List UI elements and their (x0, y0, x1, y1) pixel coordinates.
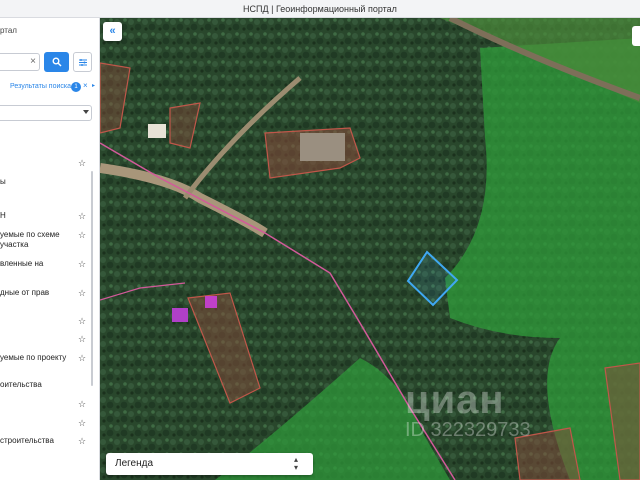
window-title: НСПД | Геоинформационный портал (0, 0, 640, 18)
layer-label: вленные на (0, 259, 44, 268)
building (172, 308, 188, 322)
collapse-sidebar-button[interactable]: « (103, 22, 122, 41)
layer-label: дные от прав (0, 288, 50, 297)
search-button[interactable] (44, 52, 69, 72)
legend-label: Легенда (115, 458, 154, 469)
filter-icon (78, 58, 87, 66)
star-icon[interactable]: ☆ (78, 353, 86, 363)
star-icon[interactable]: ☆ (78, 211, 86, 221)
layer-label: Н (0, 211, 6, 220)
map-view[interactable] (100, 18, 640, 480)
filter-button[interactable] (73, 52, 92, 72)
map-control-button[interactable] (632, 26, 640, 46)
sidebar-panel: ртал × Результаты поиска 1 × ▸ ☆ ы Н ☆ уемые… (0, 18, 100, 480)
star-icon[interactable]: ☆ (78, 399, 86, 409)
results-count-badge: 1 (71, 82, 81, 92)
results-label: Результаты поиска (10, 83, 72, 90)
star-icon[interactable]: ☆ (78, 334, 86, 344)
star-icon[interactable]: ☆ (78, 316, 86, 326)
star-icon[interactable]: ☆ (78, 418, 86, 428)
star-icon[interactable]: ☆ (78, 158, 86, 168)
satellite-map[interactable] (100, 18, 640, 480)
close-results-icon[interactable]: × (83, 81, 88, 90)
star-icon[interactable]: ☆ (78, 436, 86, 446)
star-icon[interactable]: ☆ (78, 259, 86, 269)
layer-select[interactable] (0, 105, 92, 121)
layer-label: строительства (0, 436, 54, 445)
search-results-tab[interactable]: Результаты поиска 1 × ▸ (0, 81, 99, 95)
more-icon[interactable]: ▸ (92, 82, 95, 89)
layer-label: участка (0, 240, 29, 249)
building (205, 296, 217, 308)
star-icon[interactable]: ☆ (78, 230, 86, 240)
sidebar-header: ртал (0, 26, 17, 35)
layer-label: оительства (0, 380, 42, 389)
layer-label: ы (0, 177, 6, 186)
clear-icon[interactable]: × (27, 54, 39, 70)
sidebar-scrollbar[interactable] (91, 171, 93, 386)
legend-dropdown[interactable]: Легенда ▴ ▾ (106, 453, 313, 475)
building (148, 124, 166, 138)
chevron-down-icon (83, 110, 89, 114)
layer-label: уемые по схеме (0, 230, 60, 239)
sort-caret-icon: ▴ ▾ (294, 455, 299, 472)
layer-label: уемые по проекту (0, 353, 67, 362)
land-parcel[interactable] (514, 427, 581, 480)
search-icon (52, 57, 61, 67)
building (300, 133, 345, 161)
star-icon[interactable]: ☆ (78, 288, 86, 298)
